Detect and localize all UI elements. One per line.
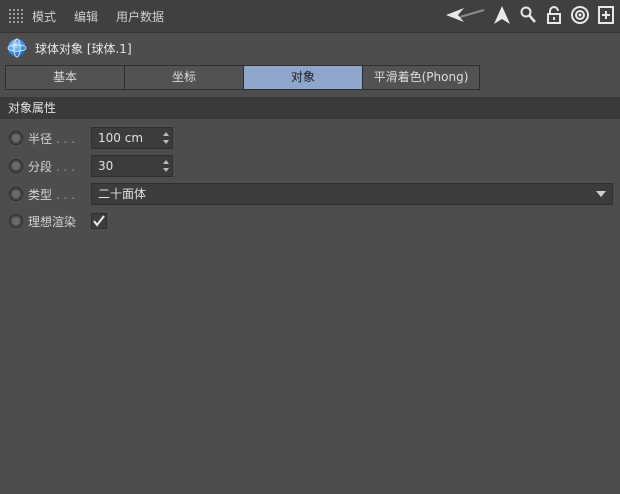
property-label-segments: 分段 [28, 159, 53, 174]
arrow-up-icon[interactable] [492, 4, 512, 26]
property-row-type: 类型 . . . [0, 183, 86, 205]
menu-bar: 模式 编辑 用户数据 [0, 0, 620, 33]
animate-radio[interactable] [9, 187, 23, 201]
tab-basic[interactable]: 基本 [5, 65, 125, 90]
property-row-radius: 半径 . . . [0, 127, 86, 149]
section-header: 对象属性 [0, 97, 620, 119]
toolbar-icons [444, 4, 616, 26]
spinner-icon[interactable] [162, 159, 170, 173]
animate-radio[interactable] [9, 159, 23, 173]
animate-radio[interactable] [9, 131, 23, 145]
object-header: 球体对象 [球体.1] [0, 33, 620, 63]
chevron-down-icon[interactable] [596, 191, 606, 197]
label-dots: . . . [52, 131, 75, 146]
tab-object[interactable]: 对象 [243, 65, 363, 90]
tab-bar: 基本 坐标 对象 平滑着色(Phong) [5, 65, 480, 90]
animate-radio[interactable] [9, 214, 23, 228]
search-icon[interactable] [518, 4, 538, 26]
tab-coordinates[interactable]: 坐标 [124, 65, 244, 90]
label-dots: . . . [52, 159, 75, 174]
menu-edit[interactable]: 编辑 [74, 8, 98, 25]
type-value: 二十面体 [98, 187, 147, 201]
object-title: 球体对象 [球体.1] [35, 41, 132, 56]
spinner-icon[interactable] [162, 131, 170, 145]
add-panel-icon[interactable] [596, 4, 616, 26]
checkmark-icon [93, 215, 105, 227]
radius-input[interactable]: 100 cm [91, 127, 173, 149]
segments-value: 30 [98, 159, 114, 173]
menu-mode[interactable]: 模式 [32, 8, 56, 25]
property-row-render-perfect: 理想渲染 [0, 210, 86, 232]
property-label-render-perfect: 理想渲染 [28, 214, 77, 229]
type-select[interactable]: 二十面体 [91, 183, 613, 205]
tab-phong[interactable]: 平滑着色(Phong) [362, 65, 480, 90]
segments-input[interactable]: 30 [91, 155, 173, 177]
lock-icon[interactable] [544, 4, 564, 26]
render-perfect-checkbox[interactable] [91, 213, 107, 229]
arrow-left-icon[interactable] [444, 4, 486, 26]
property-label-radius: 半径 [28, 131, 53, 146]
grip-icon[interactable] [8, 8, 24, 24]
radius-value: 100 cm [98, 131, 144, 145]
property-row-segments: 分段 . . . [0, 155, 86, 177]
target-icon[interactable] [570, 4, 590, 26]
menu-user-data[interactable]: 用户数据 [116, 8, 164, 25]
property-label-type: 类型 [28, 187, 53, 202]
label-dots: . . . [52, 187, 75, 202]
sphere-icon [7, 38, 27, 58]
